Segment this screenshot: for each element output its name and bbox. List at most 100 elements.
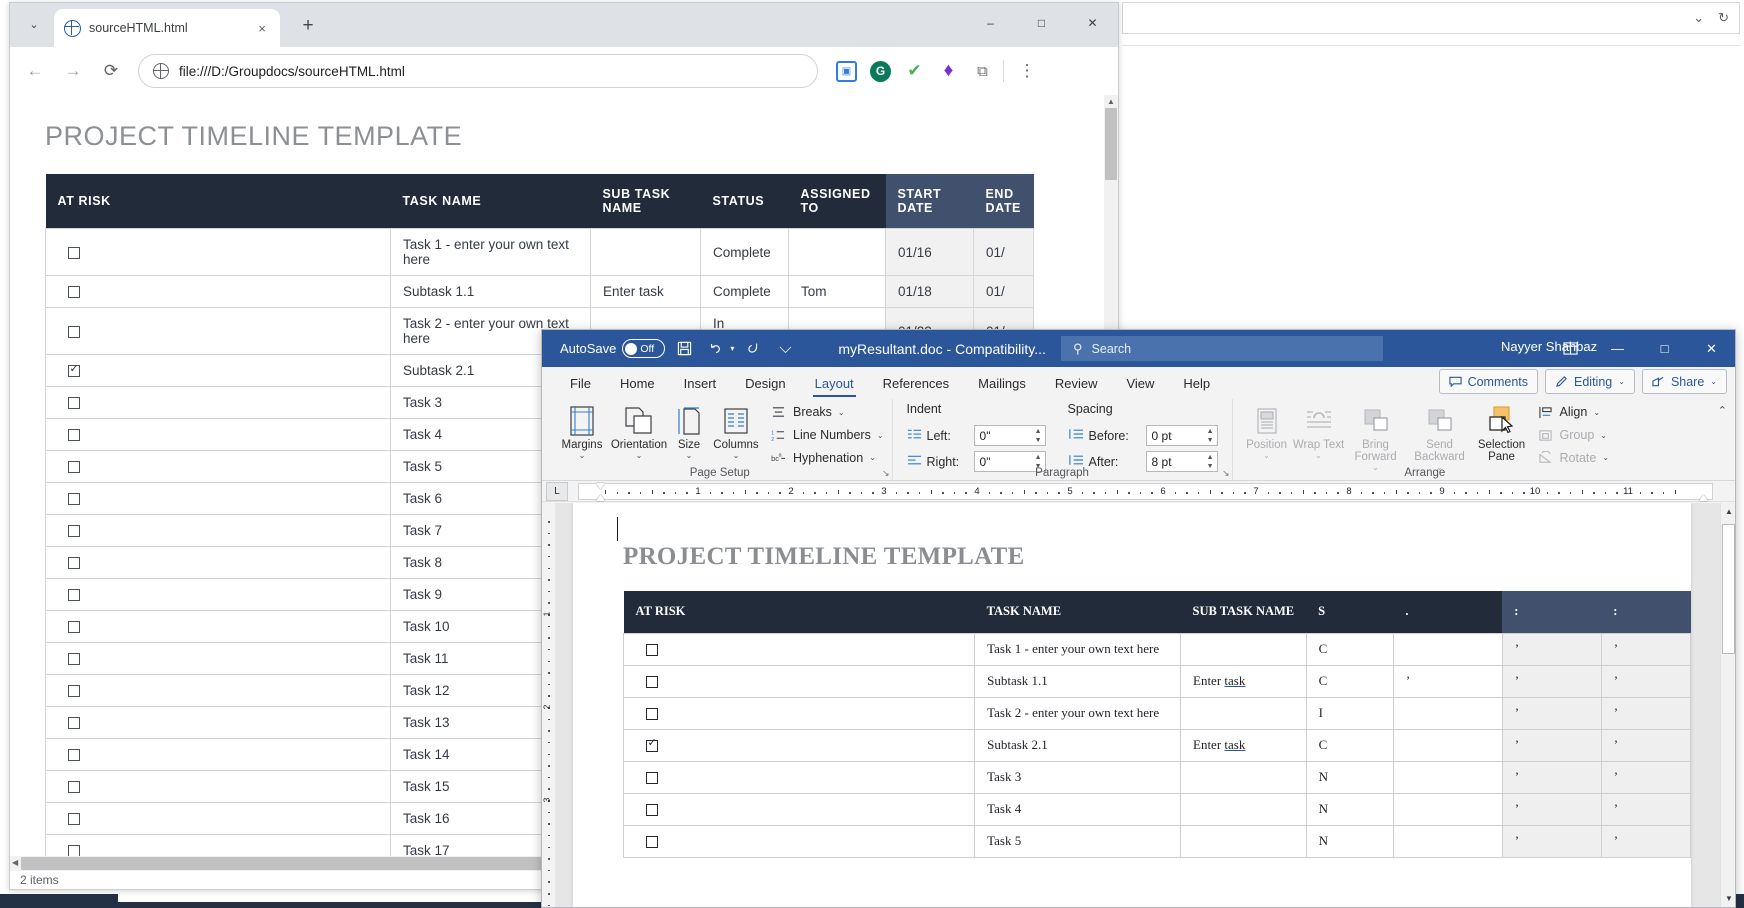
at-risk-cell[interactable] [45,610,391,643]
checkbox[interactable] [68,397,80,410]
word-at-risk-cell[interactable] [622,824,976,858]
checkbox[interactable] [68,525,80,538]
editing-button[interactable]: Editing ⌄ [1545,369,1635,394]
tab-references[interactable]: References [869,368,963,398]
undo-icon[interactable] [703,336,729,362]
at-risk-cell[interactable] [45,706,391,739]
at-risk-cell[interactable] [45,546,391,579]
background-refresh-icon[interactable]: ↻ [1718,10,1729,26]
group-button[interactable]: Group ⌄ [1537,426,1610,445]
hyphenation-button[interactable]: bc a Hyphenation ⌄ [770,448,884,467]
browser-menu-icon[interactable]: ⋮ [1014,61,1040,81]
extensions-puzzle-icon[interactable]: ⧉ [972,61,993,82]
tab-home[interactable]: Home [606,368,669,398]
checkbox[interactable] [68,246,80,259]
word-at-risk-cell[interactable] [622,760,976,794]
at-risk-cell[interactable] [45,770,391,803]
checkbox[interactable] [646,676,658,689]
address-bar[interactable]: file:///D:/Groupdocs/sourceHTML.html [138,54,818,88]
word-at-risk-cell[interactable] [622,792,976,826]
tab-review[interactable]: Review [1041,368,1112,398]
chevron-down-icon[interactable]: ⌄ [877,431,884,440]
checkbox[interactable] [68,589,80,602]
at-risk-cell[interactable] [45,228,391,276]
align-button[interactable]: Align ⌄ [1537,403,1610,422]
at-risk-cell[interactable] [45,738,391,771]
word-vertical-scrollbar[interactable]: ▲ ▼ [1720,503,1735,907]
minimize-button[interactable]: – [965,3,1016,43]
chevron-down-icon[interactable]: ⌄ [686,452,693,460]
at-risk-cell[interactable] [45,514,391,547]
checkbox[interactable] [68,461,80,474]
chevron-down-icon[interactable]: ⌄ [1600,431,1607,440]
right-indent-marker[interactable] [1699,495,1708,501]
chevron-down-icon[interactable]: ⌄ [733,452,740,460]
collapse-ribbon-icon[interactable]: ⌃ [1718,404,1727,417]
spacing-before-input[interactable]: 0 pt ▲ ▼ [1145,425,1218,446]
checkbox[interactable] [68,429,80,442]
close-button[interactable]: ✕ [1067,3,1118,43]
checkbox[interactable] [68,813,80,826]
quick-access-more-icon[interactable]: ⌵ [772,336,798,362]
chevron-down-icon[interactable]: ⌄ [1618,377,1625,386]
browser-tab[interactable]: sourceHTML.html × [54,9,280,47]
undo-chevron-icon[interactable]: ▾ [730,344,734,353]
vertical-ruler[interactable]: 1 2 3 [542,503,555,907]
chevron-down-icon[interactable]: ⌄ [869,453,876,462]
chevron-down-icon[interactable]: ⌄ [838,408,845,417]
chevron-down-icon[interactable]: ⌄ [1710,377,1717,386]
forward-button[interactable]: → [56,54,90,88]
word-at-risk-cell[interactable] [622,696,976,730]
at-risk-cell[interactable] [45,482,391,515]
chevron-down-icon[interactable]: ⌄ [579,452,586,460]
grammarly-icon[interactable]: G [870,60,891,82]
checkbox[interactable] [646,772,658,785]
checkbox[interactable] [646,644,658,657]
checkbox[interactable] [646,737,658,753]
at-risk-cell[interactable] [45,307,391,355]
checkbox[interactable] [68,557,80,570]
tab-mailings[interactable]: Mailings [964,368,1040,398]
paragraph-dialog-launcher[interactable]: ↘ [1222,468,1230,479]
word-maximize-button[interactable]: □ [1641,330,1688,367]
vertical-scrollbar-thumb[interactable] [1105,108,1117,180]
scroll-down-icon[interactable]: ▼ [1725,894,1733,903]
first-line-indent-marker[interactable] [596,483,605,489]
checkbox[interactable] [68,685,80,698]
document-page[interactable]: PROJECT TIMELINE TEMPLATE AT RISK TASK N… [573,503,1692,907]
checkmark-extension-icon[interactable]: ✔ [904,61,925,82]
search-box[interactable]: ⚲ Search [1061,336,1383,361]
checkbox[interactable] [68,749,80,762]
save-icon[interactable] [671,336,697,362]
at-risk-cell[interactable] [45,578,391,611]
indent-left-input[interactable]: 0" ▲ ▼ [973,425,1046,446]
diamond-extension-icon[interactable]: ♦ [938,60,959,82]
word-at-risk-cell[interactable] [622,632,976,666]
word-at-risk-cell[interactable] [622,728,976,762]
new-tab-button[interactable]: + [295,13,321,39]
hanging-indent-marker[interactable] [596,495,605,501]
line-numbers-button[interactable]: 1 2 Line Numbers ⌄ [770,426,884,445]
reload-button[interactable]: ⟳ [94,54,128,88]
checkbox[interactable] [68,286,80,299]
ribbon-display-options-icon[interactable] [1547,330,1594,367]
share-button[interactable]: Share ⌄ [1641,369,1727,394]
checkbox[interactable] [646,836,658,849]
tab-help[interactable]: Help [1169,368,1224,398]
at-risk-cell[interactable] [45,642,391,675]
checkbox[interactable] [646,804,658,817]
chevron-down-icon[interactable]: ⌄ [1263,452,1270,460]
scroll-left-icon[interactable]: ◀ [12,858,18,867]
checkbox[interactable] [68,653,80,666]
back-button[interactable]: ← [18,54,52,88]
maximize-button[interactable]: □ [1016,3,1067,43]
word-scrollbar-thumb[interactable] [1722,524,1735,654]
checkbox[interactable] [68,363,80,378]
word-timeline-table[interactable]: AT RISK TASK NAME SUB TASK NAME S . : : … [622,591,1692,858]
tab-file[interactable]: File [556,368,605,398]
checkbox[interactable] [68,493,80,506]
chevron-down-icon[interactable]: ⌄ [636,452,643,460]
word-close-button[interactable]: ✕ [1688,330,1735,367]
word-at-risk-cell[interactable] [622,664,976,698]
spinner-arrows[interactable]: ▲ ▼ [1207,427,1214,445]
